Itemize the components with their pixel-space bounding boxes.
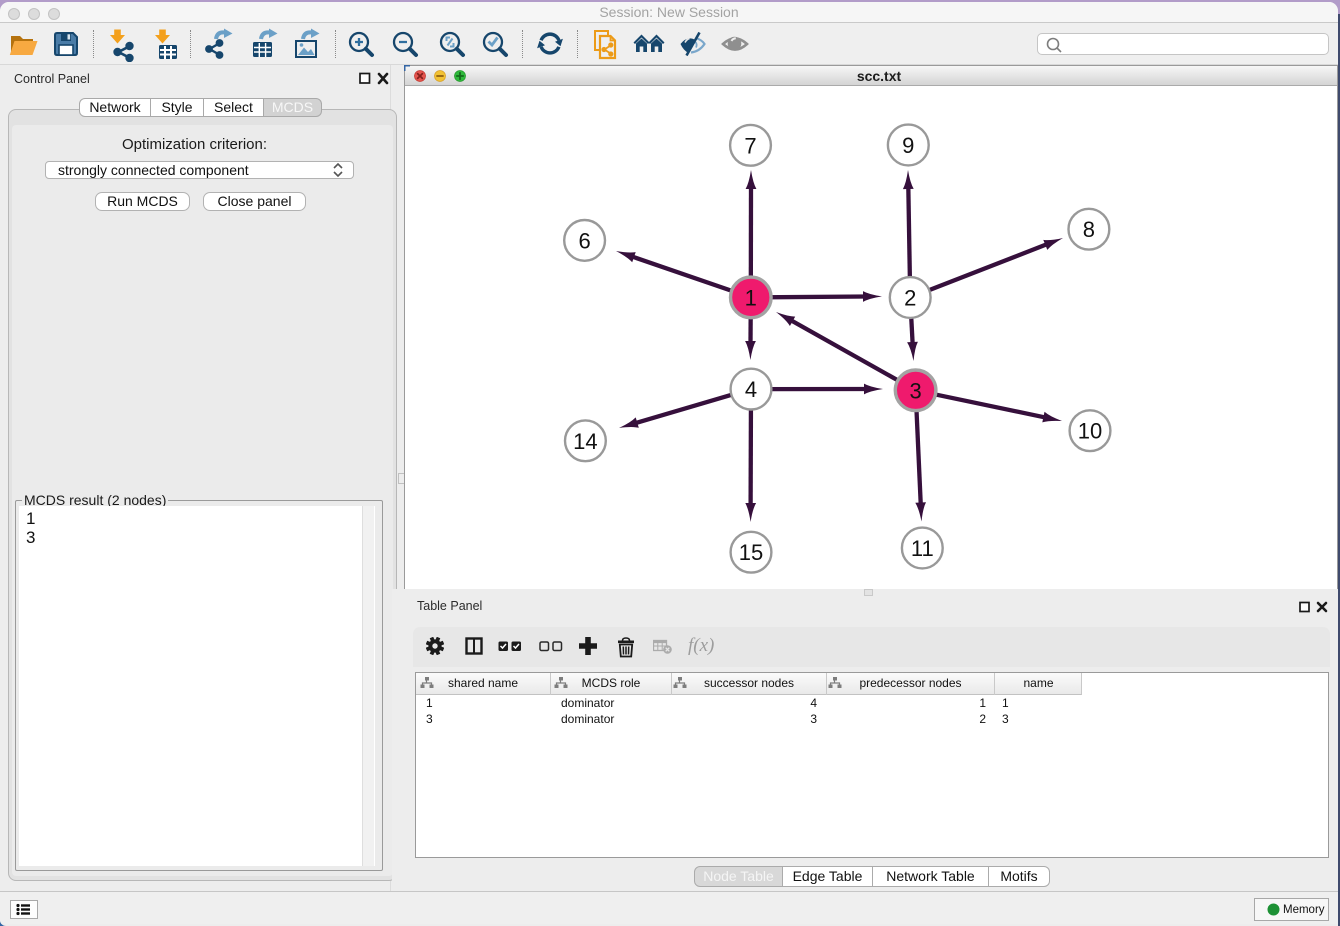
svg-text:8: 8	[1083, 217, 1095, 242]
svg-text:6: 6	[578, 228, 590, 253]
svg-text:3: 3	[909, 378, 921, 403]
svg-text:11: 11	[911, 536, 934, 561]
svg-text:9: 9	[902, 133, 914, 158]
svg-text:10: 10	[1078, 419, 1102, 444]
svg-text:1: 1	[745, 285, 757, 310]
svg-text:15: 15	[739, 540, 763, 565]
svg-text:7: 7	[744, 133, 756, 158]
svg-text:4: 4	[745, 377, 757, 402]
svg-text:14: 14	[573, 429, 597, 454]
svg-text:2: 2	[904, 286, 916, 311]
